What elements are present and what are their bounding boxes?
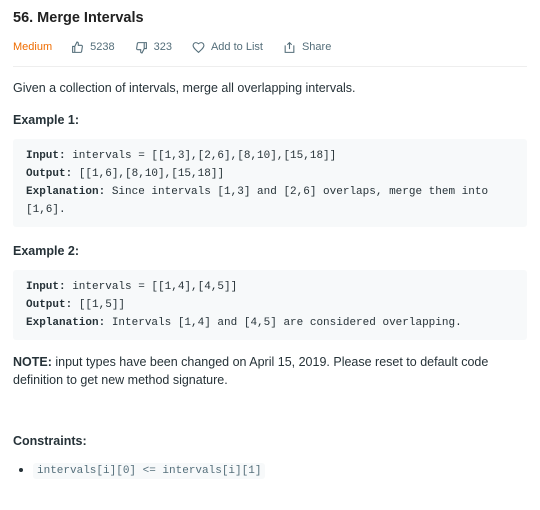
example-output-line: Output: [[1,5]] — [26, 299, 126, 311]
constraints-list: intervals[i][0] <= intervals[i][1] — [13, 460, 527, 480]
problem-panel: 56. Merge Intervals Medium 5238 323 Add … — [0, 9, 540, 480]
difficulty-badge: Medium — [13, 41, 53, 53]
example-2-code: Input: intervals = [[1,4],[4,5]] Output: … — [13, 270, 527, 340]
example-1-code: Input: intervals = [[1,3],[2,6],[8,10],[… — [13, 139, 527, 227]
dislike-button[interactable]: 323 — [135, 41, 172, 54]
example-explanation-line: Explanation: Since intervals [1,3] and [… — [26, 186, 495, 216]
share-label: Share — [301, 41, 332, 53]
note-text: input types have been changed on April 1… — [13, 355, 489, 387]
share-icon — [284, 41, 295, 53]
divider — [13, 66, 527, 67]
constraint-code: intervals[i][0] <= intervals[i][1] — [33, 463, 266, 479]
example-input-line: Input: intervals = [[1,4],[4,5]] — [26, 281, 238, 293]
problem-description: Given a collection of intervals, merge a… — [13, 81, 356, 95]
add-to-list-label: Add to List — [210, 41, 263, 53]
like-count: 5238 — [90, 41, 115, 53]
example-explanation-line: Explanation: Intervals [1,4] and [4,5] a… — [26, 317, 462, 329]
problem-meta-bar: Medium 5238 323 Add to List Share — [13, 37, 527, 57]
note-paragraph: NOTE: input types have been changed on A… — [13, 353, 527, 389]
dislike-count: 323 — [153, 41, 172, 53]
like-button[interactable]: 5238 — [71, 41, 115, 54]
note-label: NOTE: — [13, 355, 52, 369]
list-item: intervals[i][0] <= intervals[i][1] — [33, 460, 527, 480]
share-button[interactable]: Share — [283, 41, 331, 54]
problem-title: 56. Merge Intervals — [13, 10, 144, 26]
example-2-title: Example 2: — [13, 244, 80, 258]
add-to-list-button[interactable]: Add to List — [192, 41, 263, 54]
example-input-line: Input: intervals = [[1,3],[2,6],[8,10],[… — [26, 150, 337, 162]
thumbs-down-icon — [135, 41, 147, 53]
constraints-title: Constraints: — [13, 434, 87, 448]
heart-icon — [192, 41, 205, 53]
example-1-title: Example 1: — [13, 113, 80, 127]
thumbs-up-icon — [72, 41, 84, 53]
example-output-line: Output: [[1,6],[8,10],[15,18]] — [26, 168, 225, 180]
